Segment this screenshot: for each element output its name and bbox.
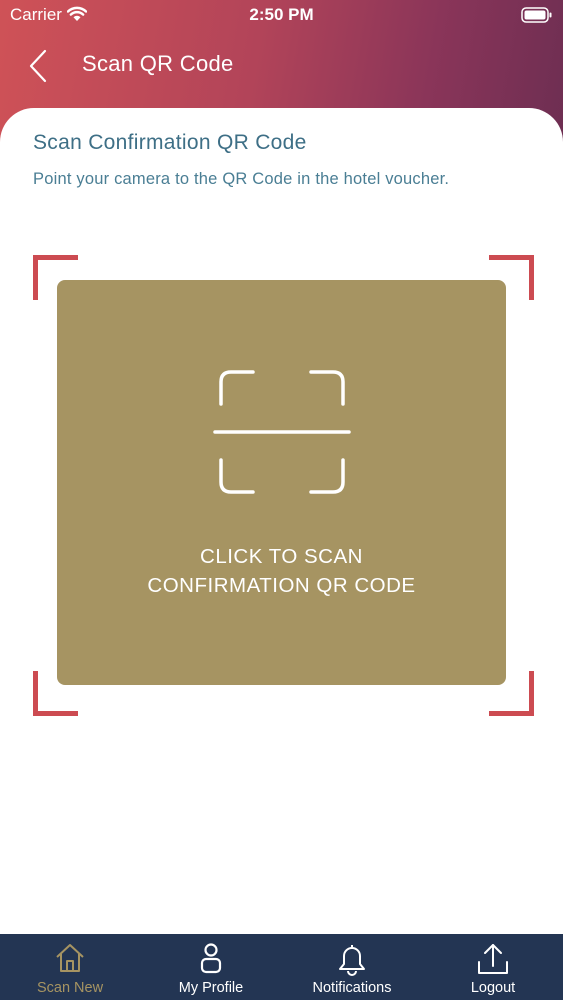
home-icon [54,942,86,979]
scan-label-line-2: CONFIRMATION QR CODE [147,574,416,597]
tab-logout[interactable]: Logout [423,934,563,1000]
tab-bar: Scan New My Profile Notifications Logout [0,934,563,1000]
page-title: Scan QR Code [82,51,234,76]
scan-qr-button[interactable]: CLICK TO SCAN CONFIRMATION QR CODE [57,280,506,685]
chevron-left-icon [29,49,47,83]
tab-label: Scan New [36,980,104,996]
section-subtitle: Point your camera to the QR Code in the … [33,170,450,188]
person-icon [198,942,224,979]
status-time: 2:50 PM [249,5,314,24]
tab-label: Logout [470,980,516,996]
tab-scan-new[interactable]: Scan New [0,934,140,1000]
scan-label: CLICK TO SCAN CONFIRMATION QR CODE [57,542,506,600]
tab-label: My Profile [178,980,244,996]
battery-icon [521,7,553,28]
upload-icon [476,942,510,981]
tab-label: Notifications [312,980,392,996]
back-button[interactable] [18,46,58,86]
tab-my-profile[interactable]: My Profile [141,934,281,1000]
status-bar: Carrier 2:50 PM [0,0,563,30]
tab-notifications[interactable]: Notifications [282,934,422,1000]
scan-label-line-1: CLICK TO SCAN [200,545,363,568]
main-content: Scan Confirmation QR Code Point your cam… [0,108,563,934]
bell-icon [337,942,367,981]
qr-scan-icon [213,368,351,501]
section-title: Scan Confirmation QR Code [33,131,307,154]
